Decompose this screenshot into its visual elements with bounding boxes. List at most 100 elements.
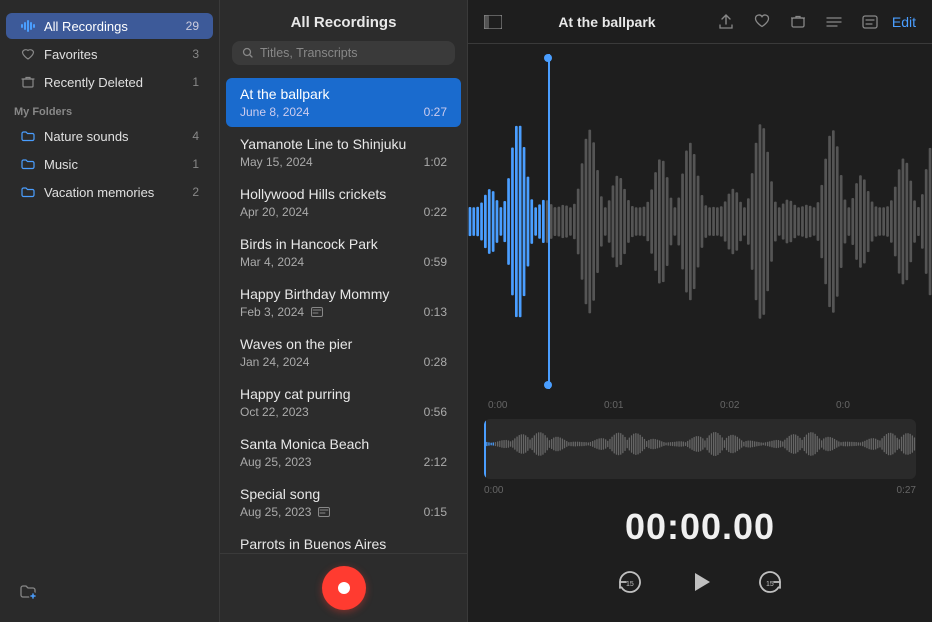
mini-time-start: 0:00 bbox=[484, 485, 503, 496]
recording-date: Jan 24, 2024 bbox=[240, 355, 309, 369]
time-mark-2: 0:02 bbox=[720, 400, 739, 411]
sidebar-item-label: Nature sounds bbox=[44, 129, 188, 144]
mini-waveform-progress bbox=[484, 419, 486, 479]
sidebar-item-nature-sounds[interactable]: Nature sounds 4 bbox=[6, 123, 213, 149]
sidebar-item-label: Recently Deleted bbox=[44, 75, 188, 90]
recording-duration: 0:27 bbox=[424, 105, 447, 119]
recording-date: Aug 25, 2023 bbox=[240, 455, 311, 469]
sidebar-item-all-recordings[interactable]: All Recordings 29 bbox=[6, 13, 213, 39]
mini-waveform-container[interactable] bbox=[484, 419, 916, 479]
time-mark-3: 0:0 bbox=[836, 400, 850, 411]
recording-date: Apr 20, 2024 bbox=[240, 205, 309, 219]
recording-title: Yamanote Line to Shinjuku bbox=[240, 136, 447, 152]
edit-button[interactable]: Edit bbox=[892, 14, 916, 30]
recording-title: At the ballpark bbox=[240, 86, 447, 102]
recording-date: Oct 22, 2023 bbox=[240, 405, 309, 419]
search-input[interactable] bbox=[260, 46, 445, 60]
recording-duration: 0:59 bbox=[424, 255, 447, 269]
recording-meta: June 8, 2024 0:27 bbox=[240, 105, 447, 119]
recording-date: Mar 4, 2024 bbox=[240, 255, 304, 269]
search-box[interactable] bbox=[232, 41, 455, 65]
recording-date: May 15, 2024 bbox=[240, 155, 313, 169]
sidebar-item-recently-deleted[interactable]: Recently Deleted 1 bbox=[6, 69, 213, 95]
recording-title: Hollywood Hills crickets bbox=[240, 186, 447, 202]
recording-title: Parrots in Buenos Aires bbox=[240, 536, 447, 552]
main-waveform[interactable]: 0:00 0:01 0:02 0:0 bbox=[468, 54, 932, 419]
recording-title: Waves on the pier bbox=[240, 336, 447, 352]
recording-item[interactable]: Happy Birthday Mommy Feb 3, 2024 0:13 bbox=[226, 278, 461, 327]
waveform-icon bbox=[20, 18, 36, 34]
sidebar-item-vacation-memories[interactable]: Vacation memories 2 bbox=[6, 179, 213, 205]
mini-time-end: 0:27 bbox=[897, 485, 916, 496]
play-button[interactable] bbox=[678, 560, 722, 604]
folder-icon bbox=[20, 184, 36, 200]
sidebar-item-label: Favorites bbox=[44, 47, 188, 62]
recording-item[interactable]: At the ballpark June 8, 2024 0:27 bbox=[226, 78, 461, 127]
recording-title: Santa Monica Beach bbox=[240, 436, 447, 452]
sidebar: All Recordings 29 Favorites 3 Recently D… bbox=[0, 0, 220, 622]
share-button[interactable] bbox=[712, 8, 740, 36]
details-button[interactable] bbox=[820, 8, 848, 36]
svg-text:15: 15 bbox=[626, 581, 634, 588]
recording-duration: 1:02 bbox=[424, 155, 447, 169]
recording-item[interactable]: Santa Monica Beach Aug 25, 2023 2:12 bbox=[226, 428, 461, 477]
middle-bottom bbox=[220, 553, 467, 622]
waveform-area: 0:00 0:01 0:02 0:0 0:00 0:27 00:00.00 bbox=[468, 44, 932, 622]
new-folder-button[interactable] bbox=[14, 580, 42, 602]
record-button[interactable] bbox=[322, 566, 366, 610]
time-ruler: 0:00 0:01 0:02 0:0 bbox=[468, 391, 932, 419]
sidebar-item-label: All Recordings bbox=[44, 19, 182, 34]
sidebar-toggle-button[interactable] bbox=[484, 15, 502, 29]
recording-duration: 0:15 bbox=[424, 505, 447, 519]
recording-item[interactable]: Waves on the pier Jan 24, 2024 0:28 bbox=[226, 328, 461, 377]
recording-item[interactable]: Hollywood Hills crickets Apr 20, 2024 0:… bbox=[226, 178, 461, 227]
sidebar-item-count: 4 bbox=[192, 129, 199, 143]
folder-icon bbox=[20, 128, 36, 144]
skip-back-button[interactable]: 15 bbox=[610, 562, 650, 602]
sidebar-bottom bbox=[0, 572, 219, 610]
timer-text: 00:00.00 bbox=[625, 506, 775, 547]
delete-button[interactable] bbox=[784, 8, 812, 36]
recording-meta: Jan 24, 2024 0:28 bbox=[240, 355, 447, 369]
recording-meta: Aug 25, 2023 2:12 bbox=[240, 455, 447, 469]
recording-duration: 0:28 bbox=[424, 355, 447, 369]
playhead-top bbox=[544, 54, 552, 62]
recording-meta: Oct 22, 2023 0:56 bbox=[240, 405, 447, 419]
recording-meta: May 15, 2024 1:02 bbox=[240, 155, 447, 169]
sidebar-item-count: 2 bbox=[192, 185, 199, 199]
recording-date: June 8, 2024 bbox=[240, 105, 309, 119]
recording-meta: Apr 20, 2024 0:22 bbox=[240, 205, 447, 219]
folder-icon bbox=[20, 156, 36, 172]
recording-item[interactable]: Yamanote Line to Shinjuku May 15, 2024 1… bbox=[226, 128, 461, 177]
middle-panel-title: All Recordings bbox=[232, 14, 455, 31]
sidebar-section-my-folders: My Folders bbox=[0, 96, 219, 122]
recording-item[interactable]: Parrots in Buenos Aires Jul 12, 2023 1:0… bbox=[226, 528, 461, 553]
sidebar-item-count: 1 bbox=[192, 157, 199, 171]
recording-title: Birds in Hancock Park bbox=[240, 236, 447, 252]
sidebar-item-music[interactable]: Music 1 bbox=[6, 151, 213, 177]
transcript-button[interactable] bbox=[856, 8, 884, 36]
mini-time-ruler: 0:00 0:27 bbox=[468, 483, 932, 498]
favorite-button[interactable] bbox=[748, 8, 776, 36]
recording-meta: Aug 25, 2023 0:15 bbox=[240, 505, 447, 519]
recording-duration: 0:56 bbox=[424, 405, 447, 419]
heart-icon bbox=[20, 46, 36, 62]
transport-controls: 15 15 bbox=[468, 560, 932, 622]
sidebar-item-favorites[interactable]: Favorites 3 bbox=[6, 41, 213, 67]
recording-date: Aug 25, 2023 bbox=[240, 505, 311, 519]
recording-title: Special song bbox=[240, 486, 447, 502]
middle-panel: All Recordings At the ballpark June 8, 2… bbox=[220, 0, 468, 622]
timer-display: 00:00.00 bbox=[468, 498, 932, 560]
trash-icon bbox=[20, 74, 36, 90]
search-icon bbox=[242, 47, 254, 59]
recording-meta: Feb 3, 2024 0:13 bbox=[240, 305, 447, 319]
skip-forward-button[interactable]: 15 bbox=[750, 562, 790, 602]
recording-item[interactable]: Special song Aug 25, 2023 0:15 bbox=[226, 478, 461, 527]
header-actions: Edit bbox=[712, 8, 916, 36]
playhead-bottom bbox=[544, 381, 552, 389]
sidebar-item-label: Music bbox=[44, 157, 188, 172]
recording-item[interactable]: Birds in Hancock Park Mar 4, 2024 0:59 bbox=[226, 228, 461, 277]
right-panel: At the ballpark bbox=[468, 0, 932, 622]
recording-item[interactable]: Happy cat purring Oct 22, 2023 0:56 bbox=[226, 378, 461, 427]
recording-date: Feb 3, 2024 bbox=[240, 305, 304, 319]
